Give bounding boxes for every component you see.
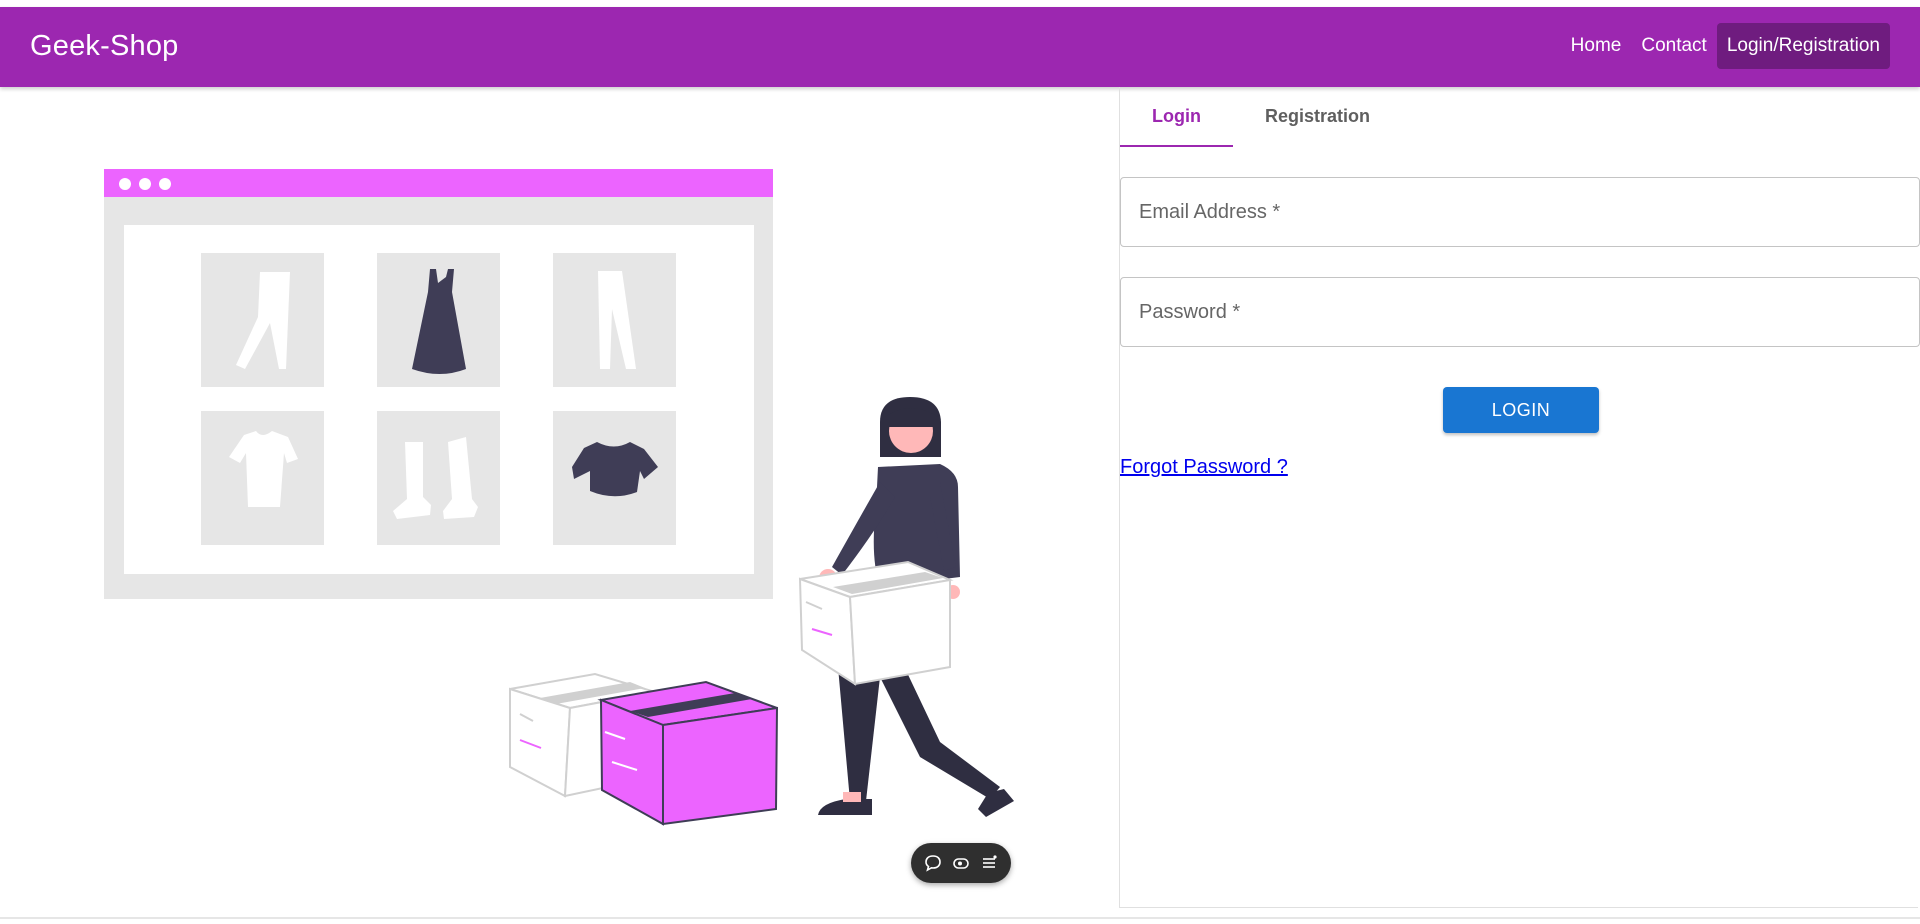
brand-logo-text[interactable]: Geek-Shop [30,29,179,63]
auth-tabs: Login Registration [1120,87,1402,147]
email-input[interactable] [1121,178,1919,246]
chat-bubble-icon[interactable] [922,852,944,874]
password-field [1120,277,1920,347]
woman-carrying-box-graphic [798,397,1014,817]
floating-toolbar [911,843,1011,883]
tab-registration[interactable]: Registration [1233,87,1402,147]
email-field [1120,177,1920,247]
nav-contact[interactable]: Contact [1631,23,1716,69]
eye-icon[interactable] [950,852,972,874]
auth-panel: Login Registration LOGIN Forgot Password… [1119,87,1920,908]
shopping-illustration [0,87,1119,919]
menu-list-icon[interactable] [978,852,1000,874]
tab-login[interactable]: Login [1120,87,1233,147]
forgot-password-link[interactable]: Forgot Password ? [1120,456,1288,479]
nav-login-registration[interactable]: Login/Registration [1716,23,1890,69]
password-input[interactable] [1121,278,1919,346]
main-nav: Home Contact Login/Registration [1561,23,1890,69]
browser-window-graphic [104,169,773,599]
login-button[interactable]: LOGIN [1443,387,1599,433]
app-bar: Geek-Shop Home Contact Login/Registratio… [0,7,1920,87]
top-strip [0,0,1920,7]
boxes-graphic [509,672,779,826]
online-shop-illustration [104,169,1014,826]
nav-home[interactable]: Home [1561,23,1632,69]
